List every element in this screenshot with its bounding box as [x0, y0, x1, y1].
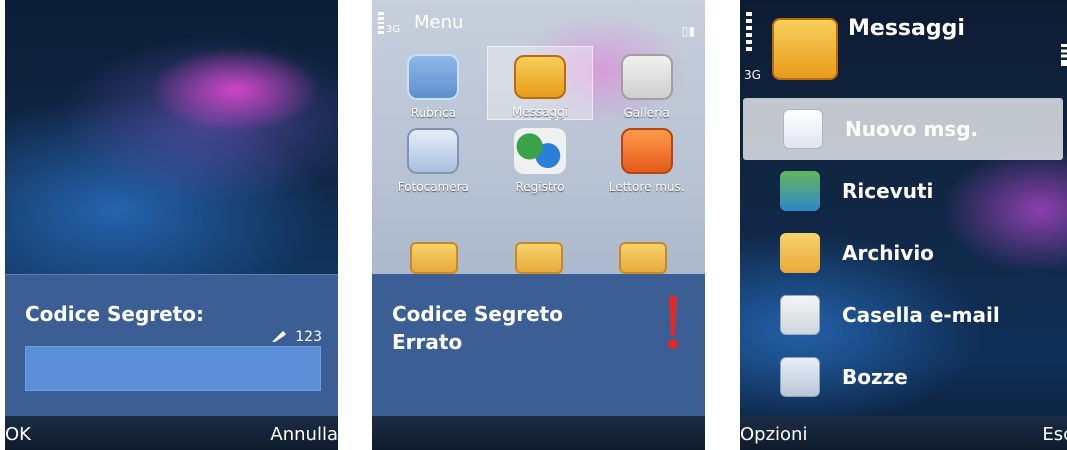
grid-item-label: Messaggi [511, 105, 569, 119]
list-item-label: Casella e-mail [842, 303, 1000, 327]
error-dialog: Codice Segreto Errato [372, 274, 705, 420]
phone-screen-messaggi: 3G Messaggi Nuovo msg. Ricevuti Archivio… [740, 0, 1067, 450]
battery-icon [1061, 44, 1067, 66]
softkey-left[interactable]: OK [5, 424, 31, 445]
camera-icon [407, 128, 460, 174]
softkey-bar [372, 416, 705, 450]
inbox-icon [780, 171, 820, 211]
list-item-bozze[interactable]: Bozze [740, 346, 1067, 408]
list-item-label: Ricevuti [842, 179, 934, 203]
folder-icon [410, 242, 458, 274]
messages-icon [513, 55, 566, 99]
new-message-icon [783, 109, 823, 149]
list-item-label: Bozze [842, 365, 908, 389]
drafts-icon [780, 357, 820, 397]
secret-code-input[interactable] [25, 346, 321, 391]
softkey-bar: Opzioni Esc [740, 416, 1067, 450]
menu-title: Menu [414, 12, 464, 33]
folder-icon [514, 242, 563, 274]
softkey-left[interactable]: Opzioni [740, 424, 807, 445]
grid-item-registro[interactable]: Registro [487, 120, 594, 194]
secret-code-dialog: Codice Segreto: 123 [5, 274, 338, 420]
messages-list: Nuovo msg. Ricevuti Archivio Casella e-m… [740, 98, 1067, 416]
network-label: 3G [386, 24, 401, 35]
grid-item-fotocamera[interactable]: Fotocamera [380, 120, 487, 194]
error-line-2: Errato [392, 330, 463, 354]
app-title: Messaggi [848, 16, 965, 41]
log-icon [513, 128, 566, 174]
battery-icon: ▯▮ [681, 24, 695, 38]
signal-icon [746, 12, 752, 60]
grid-item-label: Fotocamera [397, 180, 469, 194]
mailbox-icon [780, 295, 820, 335]
status-bar: 3G Menu ▯▮ [372, 0, 705, 42]
gallery-icon [620, 54, 673, 100]
softkey-right[interactable]: Annulla [270, 424, 338, 445]
error-line-1: Codice Segreto [392, 302, 563, 326]
folder-icon [619, 242, 667, 274]
grid-item-label: Lettore mus. [608, 180, 685, 194]
grid-item-rubrica[interactable]: Rubrica [380, 46, 487, 120]
list-item-casella[interactable]: Casella e-mail [740, 284, 1067, 346]
contacts-icon [407, 54, 460, 100]
grid-item-label: Rubrica [410, 106, 456, 120]
error-text: Codice Segreto Errato [392, 300, 563, 356]
dialog-title: Codice Segreto: [25, 302, 204, 326]
grid-item-messaggi[interactable]: Messaggi [486, 46, 594, 120]
signal-icon [378, 12, 384, 34]
grid-item-lettore[interactable]: Lettore mus. [593, 120, 700, 194]
grid-item-label: Registro [515, 180, 565, 194]
list-item-nuovo[interactable]: Nuovo msg. [743, 98, 1063, 160]
network-label: 3G [744, 68, 761, 82]
softkey-bar: OK Annulla [5, 416, 338, 450]
pen-mode-icon [271, 331, 289, 343]
softkey-right[interactable]: Esc [1042, 424, 1067, 445]
phone-screen-menu: 3G Menu ▯▮ Rubrica Messaggi Galleria Fot… [372, 0, 705, 450]
grid-item-label: Galleria [623, 106, 670, 120]
list-item-archivio[interactable]: Archivio [740, 222, 1067, 284]
archive-icon [780, 233, 820, 273]
phone-screen-codice: Codice Segreto: 123 OK Annulla [5, 0, 338, 450]
grid-item-galleria[interactable]: Galleria [593, 46, 700, 120]
input-mode-text: 123 [295, 329, 322, 345]
list-item-ricevuti[interactable]: Ricevuti [740, 160, 1067, 222]
status-bar: 3G Messaggi [740, 0, 1067, 90]
list-item-label: Nuovo msg. [845, 117, 979, 141]
music-icon [620, 128, 673, 174]
list-item-label: Archivio [842, 241, 934, 265]
warning-icon [668, 296, 678, 349]
messages-app-icon [772, 18, 838, 80]
input-mode-indicator: 123 [271, 329, 322, 345]
